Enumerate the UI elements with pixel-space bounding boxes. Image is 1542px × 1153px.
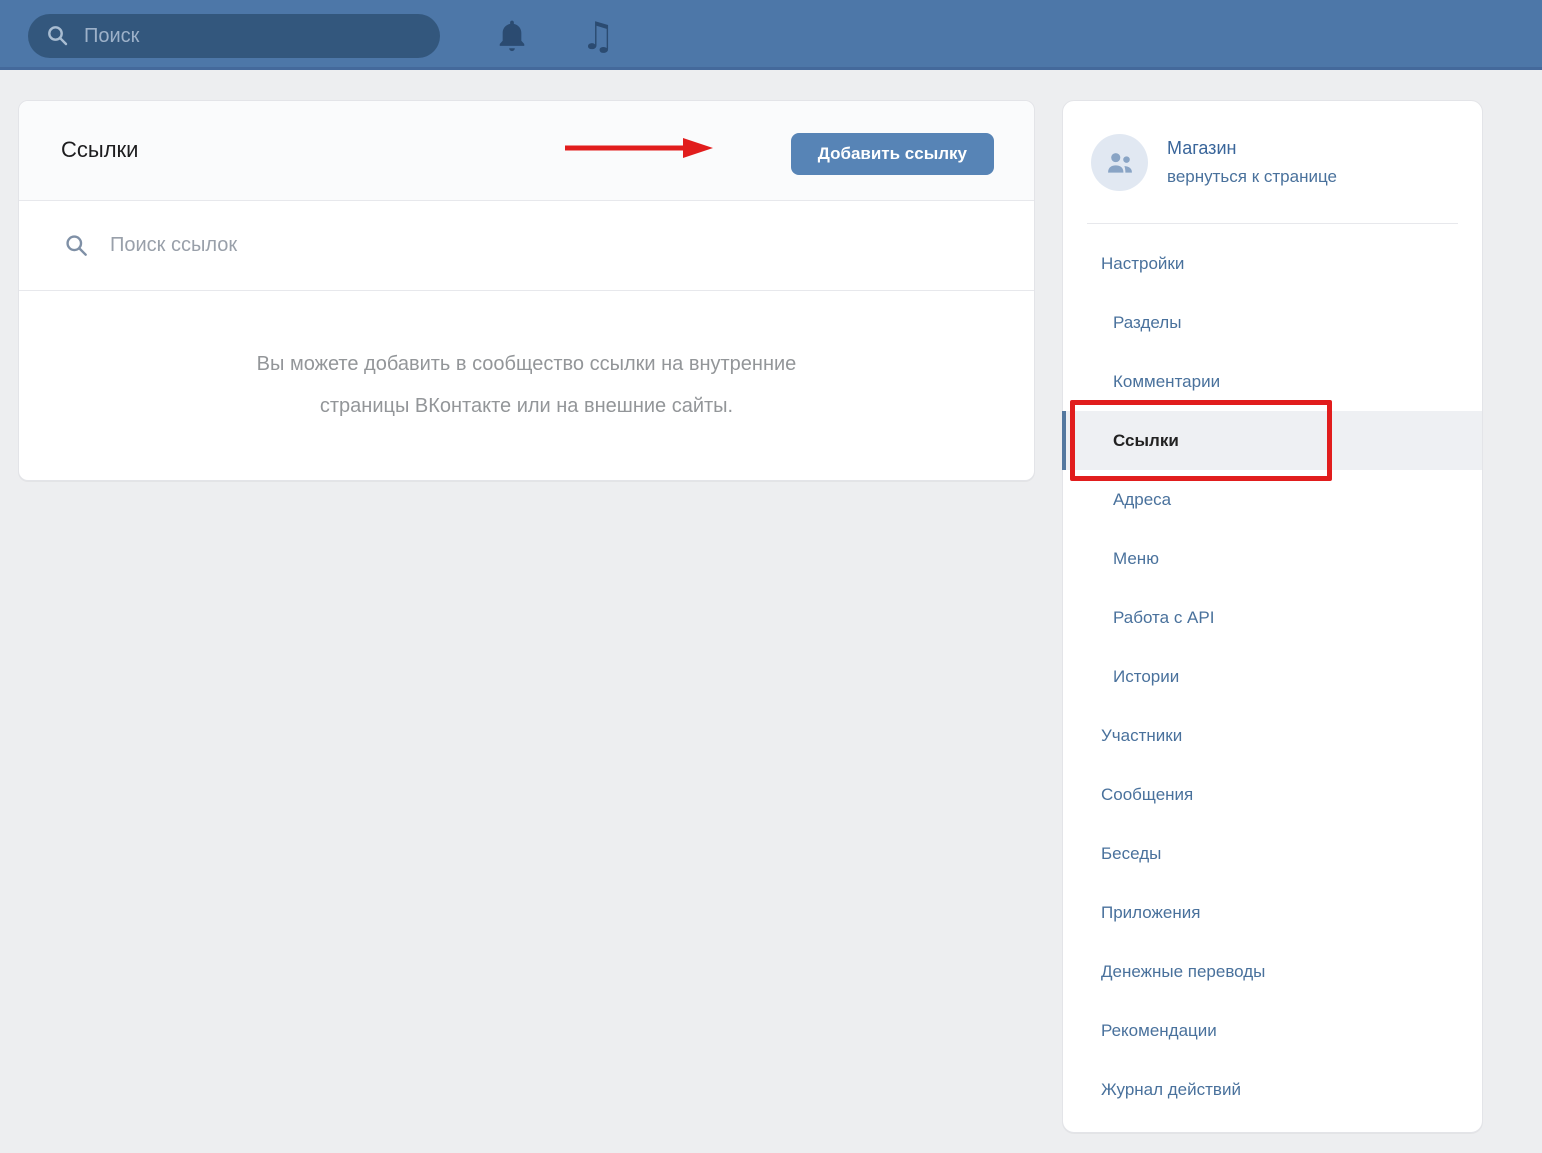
global-search[interactable] [28,14,440,58]
sidebar-item-menu[interactable]: Меню [1063,529,1482,588]
music-button[interactable]: ♫ [580,17,616,55]
sidebar-item-apps[interactable]: Приложения [1063,883,1482,942]
sidebar-menu: Настройки Разделы Комментарии Ссылки Адр… [1063,224,1482,1119]
links-search-input[interactable] [108,233,812,258]
global-search-input[interactable] [82,24,426,49]
sidebar-item-action-log[interactable]: Журнал действий [1063,1060,1482,1119]
search-icon [46,24,70,48]
community-management-sidebar: Магазин вернуться к странице Настройки Р… [1062,100,1483,1133]
page-title: Ссылки [61,137,138,163]
add-link-button[interactable]: Добавить ссылку [791,133,994,175]
community-avatar[interactable] [1091,134,1148,191]
community-name-link[interactable]: Магазин [1167,138,1236,159]
sidebar-item-recommendations[interactable]: Рекомендации [1063,1001,1482,1060]
links-search[interactable] [19,201,1034,291]
sidebar-item-stories[interactable]: Истории [1063,647,1482,706]
empty-state-line: Вы можете добавить в сообщество ссылки н… [257,343,797,385]
sidebar-item-addresses[interactable]: Адреса [1063,470,1482,529]
sidebar-item-api[interactable]: Работа с API [1063,588,1482,647]
notifications-button[interactable] [494,17,530,55]
links-panel-header: Ссылки Добавить ссылку [19,101,1034,201]
music-icon: ♫ [581,17,615,55]
empty-state-line: страницы ВКонтакте или на внешние сайты. [320,385,733,427]
sidebar-item-comments[interactable]: Комментарии [1063,352,1482,411]
community-people-icon [1103,146,1137,180]
sidebar-item-links[interactable]: Ссылки [1063,411,1482,470]
back-to-page-link[interactable]: вернуться к странице [1167,167,1337,187]
sidebar-item-members[interactable]: Участники [1063,706,1482,765]
links-panel: Ссылки Добавить ссылку Вы можете добавит… [18,100,1035,481]
bell-icon [496,18,528,54]
top-navigation-bar: ♫ [0,0,1542,70]
empty-state-message: Вы можете добавить в сообщество ссылки н… [19,291,1034,479]
community-profile: Магазин вернуться к странице [1063,101,1482,223]
sidebar-item-sections[interactable]: Разделы [1063,293,1482,352]
sidebar-item-settings[interactable]: Настройки [1063,234,1482,293]
sidebar-item-chats[interactable]: Беседы [1063,824,1482,883]
sidebar-item-money-transfers[interactable]: Денежные переводы [1063,942,1482,1001]
search-icon [64,233,90,259]
sidebar-item-messages[interactable]: Сообщения [1063,765,1482,824]
